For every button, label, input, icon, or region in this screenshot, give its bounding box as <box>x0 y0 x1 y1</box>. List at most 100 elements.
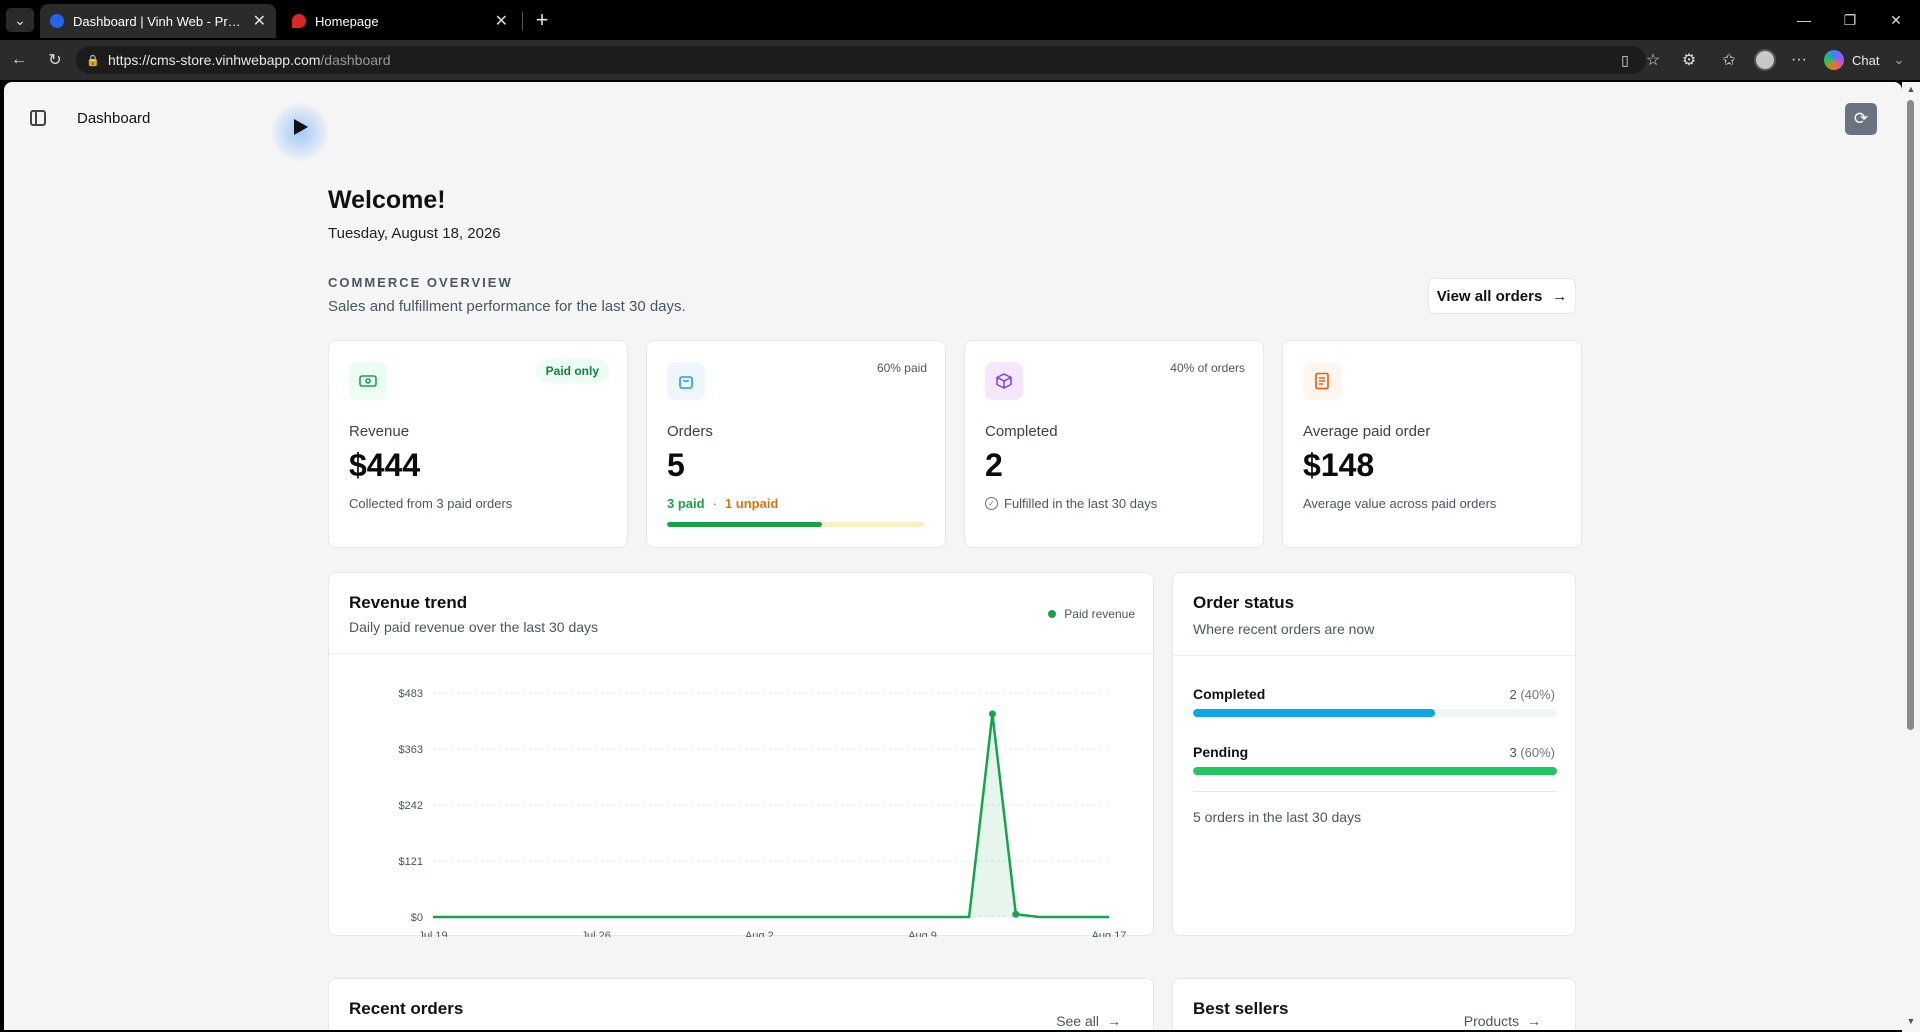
receipt-icon <box>1303 362 1341 400</box>
site-favicon-icon <box>50 14 64 28</box>
refresh-icon: ⟳ <box>1853 109 1869 128</box>
page-scrollbar[interactable]: ▲ ▼ <box>1902 82 1920 1032</box>
y-tick-label: $363 <box>399 744 423 756</box>
kpi-value: 5 <box>667 447 685 483</box>
series-area <box>433 713 1109 917</box>
reader-mode-icon[interactable]: ▯ <box>1612 48 1638 72</box>
kpi-value: 2 <box>985 447 1003 483</box>
browser-toolbar: ← ↻ 🔒 https://cms-store.vinhwebapp.com/d… <box>0 40 1920 80</box>
favorites-list-icon[interactable]: ✩ <box>1716 48 1742 72</box>
tab-close-icon[interactable]: ✕ <box>253 11 266 31</box>
mouse-pointer-icon <box>294 119 308 135</box>
separator: · <box>712 496 717 511</box>
products-label: Products <box>1463 1013 1519 1029</box>
scroll-up-arrow-icon[interactable]: ▲ <box>1906 84 1916 94</box>
new-tab-plus-icon[interactable]: + <box>528 6 556 34</box>
tab-title: Dashboard | Vinh Web - Professional <box>73 13 245 29</box>
view-all-orders-label: View all orders <box>1436 287 1543 305</box>
url-path: /dashboard <box>320 52 391 68</box>
revenue-trend-card: Revenue trend Daily paid revenue over th… <box>328 572 1154 937</box>
favorite-star-icon[interactable]: ☆ <box>1640 48 1666 72</box>
status-percent: (40%) <box>1520 687 1555 702</box>
lock-icon: 🔒 <box>86 55 100 67</box>
section-overline: COMMERCE OVERVIEW <box>328 275 513 290</box>
products-link[interactable]: Products → <box>1464 1013 1541 1029</box>
restore-icon[interactable]: ❐ <box>1830 6 1870 34</box>
tab-homepage[interactable]: Homepage ✕ <box>282 4 518 38</box>
view-all-orders-button[interactable]: View all orders → <box>1428 278 1576 314</box>
legend-label: Paid revenue <box>1064 607 1135 621</box>
card-divider <box>1173 655 1575 656</box>
minimize-icon[interactable]: — <box>1784 6 1824 34</box>
status-bar-completed <box>1193 709 1557 717</box>
scroll-thumb[interactable] <box>1907 100 1914 730</box>
y-tick-label: $242 <box>399 800 423 812</box>
back-arrow-icon[interactable]: ← <box>6 48 32 72</box>
status-divider <box>1193 791 1557 792</box>
kpi-label: Average paid order <box>1303 423 1431 440</box>
more-menu-icon[interactable]: ··· <box>1786 48 1812 72</box>
kpi-card-orders: 60% paid Orders 5 3 paid · 1 unpaid <box>646 340 946 548</box>
kpi-subtext: Average value across paid orders <box>1303 496 1497 511</box>
tab-close-icon[interactable]: ✕ <box>495 11 508 31</box>
breadcrumb: Dashboard <box>77 110 151 127</box>
unpaid-count: 1 unpaid <box>724 496 779 511</box>
kpi-subtext: 3 paid · 1 unpaid <box>667 496 778 511</box>
x-tick-label: Jul 26 <box>581 930 610 937</box>
see-all-link[interactable]: See all → <box>1056 1013 1121 1029</box>
tab-bar: ⌄ Dashboard | Vinh Web - Professional ✕ … <box>0 0 1920 40</box>
paid-count: 3 paid <box>667 496 705 511</box>
refresh-button[interactable]: ⟳ <box>1845 103 1877 135</box>
chat-label: Chat <box>1852 52 1880 68</box>
x-tick-label: Aug 2 <box>745 930 774 937</box>
tab-dashboard[interactable]: Dashboard | Vinh Web - Professional ✕ <box>40 4 276 38</box>
status-label-completed: Completed <box>1193 686 1266 702</box>
kpi-card-revenue: Paid only Revenue $444 Collected from 3 … <box>328 340 628 548</box>
arrow-right-icon: → <box>1107 1013 1121 1029</box>
chart-legend: Paid revenue <box>1048 607 1135 621</box>
chevron-down-icon[interactable]: ⌄ <box>1893 52 1904 68</box>
section-description: Sales and fulfillment performance for th… <box>328 298 686 315</box>
status-bar-fill <box>1193 709 1436 717</box>
page-viewport: Dashboard ⟳ Welcome! Tuesday, August 18,… <box>4 82 1902 1030</box>
status-count: 3 <box>1509 745 1517 760</box>
extensions-puzzle-icon[interactable]: ⚙ <box>1676 48 1702 72</box>
cash-icon <box>349 362 387 400</box>
reload-icon[interactable]: ↻ <box>42 48 68 72</box>
scroll-down-arrow-icon[interactable]: ▼ <box>1906 1016 1916 1026</box>
paid-progress-fill <box>667 522 822 527</box>
kpi-subtext: ✓ Fulfilled in the last 30 days <box>985 496 1157 511</box>
tab-divider <box>522 12 523 30</box>
window-close-icon[interactable]: ✕ <box>1876 6 1916 34</box>
paid-percent-badge: 60% paid <box>876 361 927 375</box>
copilot-chat-button[interactable]: Chat ⌄ <box>1824 48 1904 72</box>
paid-only-badge: Paid only <box>535 359 609 383</box>
status-percent: (60%) <box>1520 745 1555 760</box>
copilot-logo-icon <box>1824 50 1844 70</box>
card-title: Recent orders <box>349 999 464 1018</box>
arrow-right-icon: → <box>1552 287 1568 305</box>
status-count: 2 <box>1509 687 1517 702</box>
kpi-value: $444 <box>349 447 421 483</box>
best-sellers-card: Best sellers Products → <box>1172 978 1576 1030</box>
card-subtitle: Where recent orders are now <box>1193 621 1375 637</box>
profile-avatar[interactable] <box>1754 49 1776 71</box>
shopping-bag-icon <box>667 362 705 400</box>
x-tick-label: Aug 17 <box>1092 930 1127 937</box>
kpi-value: $148 <box>1303 447 1375 483</box>
tab-list-chevron-icon[interactable]: ⌄ <box>6 8 34 32</box>
kpi-subtext: Collected from 3 paid orders <box>349 496 513 511</box>
url-host: https://cms-store.vinhwebapp.com <box>108 52 321 68</box>
data-point <box>1012 910 1020 918</box>
status-footer: 5 orders in the last 30 days <box>1193 809 1362 825</box>
legend-dot <box>1048 610 1057 618</box>
y-tick-label: $0 <box>411 912 423 924</box>
x-tick-label: Jul 19 <box>418 930 447 937</box>
sidebar-toggle-icon[interactable] <box>30 110 46 126</box>
address-bar[interactable]: 🔒 https://cms-store.vinhwebapp.com/dashb… <box>76 46 1646 74</box>
check-circle-icon: ✓ <box>985 497 998 510</box>
recent-orders-card: Recent orders See all → <box>328 978 1154 1030</box>
status-bar-pending <box>1193 767 1557 775</box>
status-bar-fill <box>1193 767 1557 775</box>
package-icon <box>985 362 1023 400</box>
